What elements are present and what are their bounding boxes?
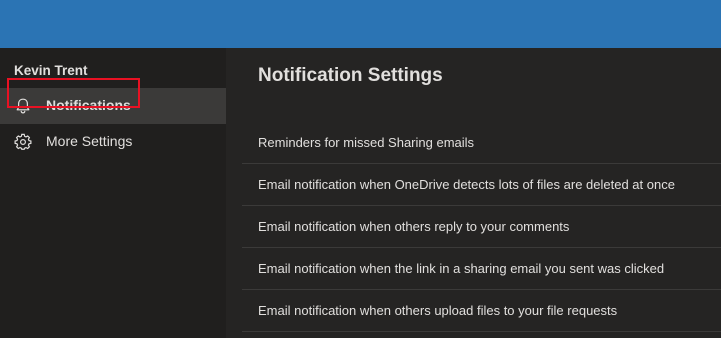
gear-icon: [14, 133, 32, 150]
header-bar: [0, 0, 721, 48]
sidebar-item-notifications[interactable]: Notifications: [0, 88, 226, 124]
main-content: Notification Settings Reminders for miss…: [226, 48, 721, 338]
bell-icon: [16, 98, 30, 114]
setting-row-link-clicked[interactable]: Email notification when the link in a sh…: [242, 248, 721, 290]
user-name: Kevin Trent: [14, 63, 88, 78]
setting-label: Email notification when others reply to …: [258, 219, 570, 234]
app-window: Kevin Trent Notifications More Settings …: [0, 0, 721, 338]
setting-label: Reminders for missed Sharing emails: [258, 135, 475, 150]
sidebar-item-more-settings[interactable]: More Settings: [0, 124, 226, 160]
sidebar-item-label: Notifications: [46, 97, 131, 113]
settings-list: Reminders for missed Sharing emails Emai…: [242, 122, 721, 332]
setting-row-missed-sharing-reminders[interactable]: Reminders for missed Sharing emails: [242, 122, 721, 164]
setting-row-files-deleted[interactable]: Email notification when OneDrive detects…: [242, 164, 721, 206]
setting-label: Email notification when others upload fi…: [258, 303, 618, 318]
setting-row-comment-replies[interactable]: Email notification when others reply to …: [242, 206, 721, 248]
setting-label: Email notification when the link in a sh…: [258, 261, 665, 276]
page-title: Notification Settings: [258, 65, 443, 86]
sidebar-item-label: More Settings: [46, 133, 133, 149]
setting-row-file-request-uploads[interactable]: Email notification when others upload fi…: [242, 290, 721, 332]
sidebar: Kevin Trent Notifications More Settings: [0, 48, 226, 338]
setting-label: Email notification when OneDrive detects…: [258, 177, 675, 192]
